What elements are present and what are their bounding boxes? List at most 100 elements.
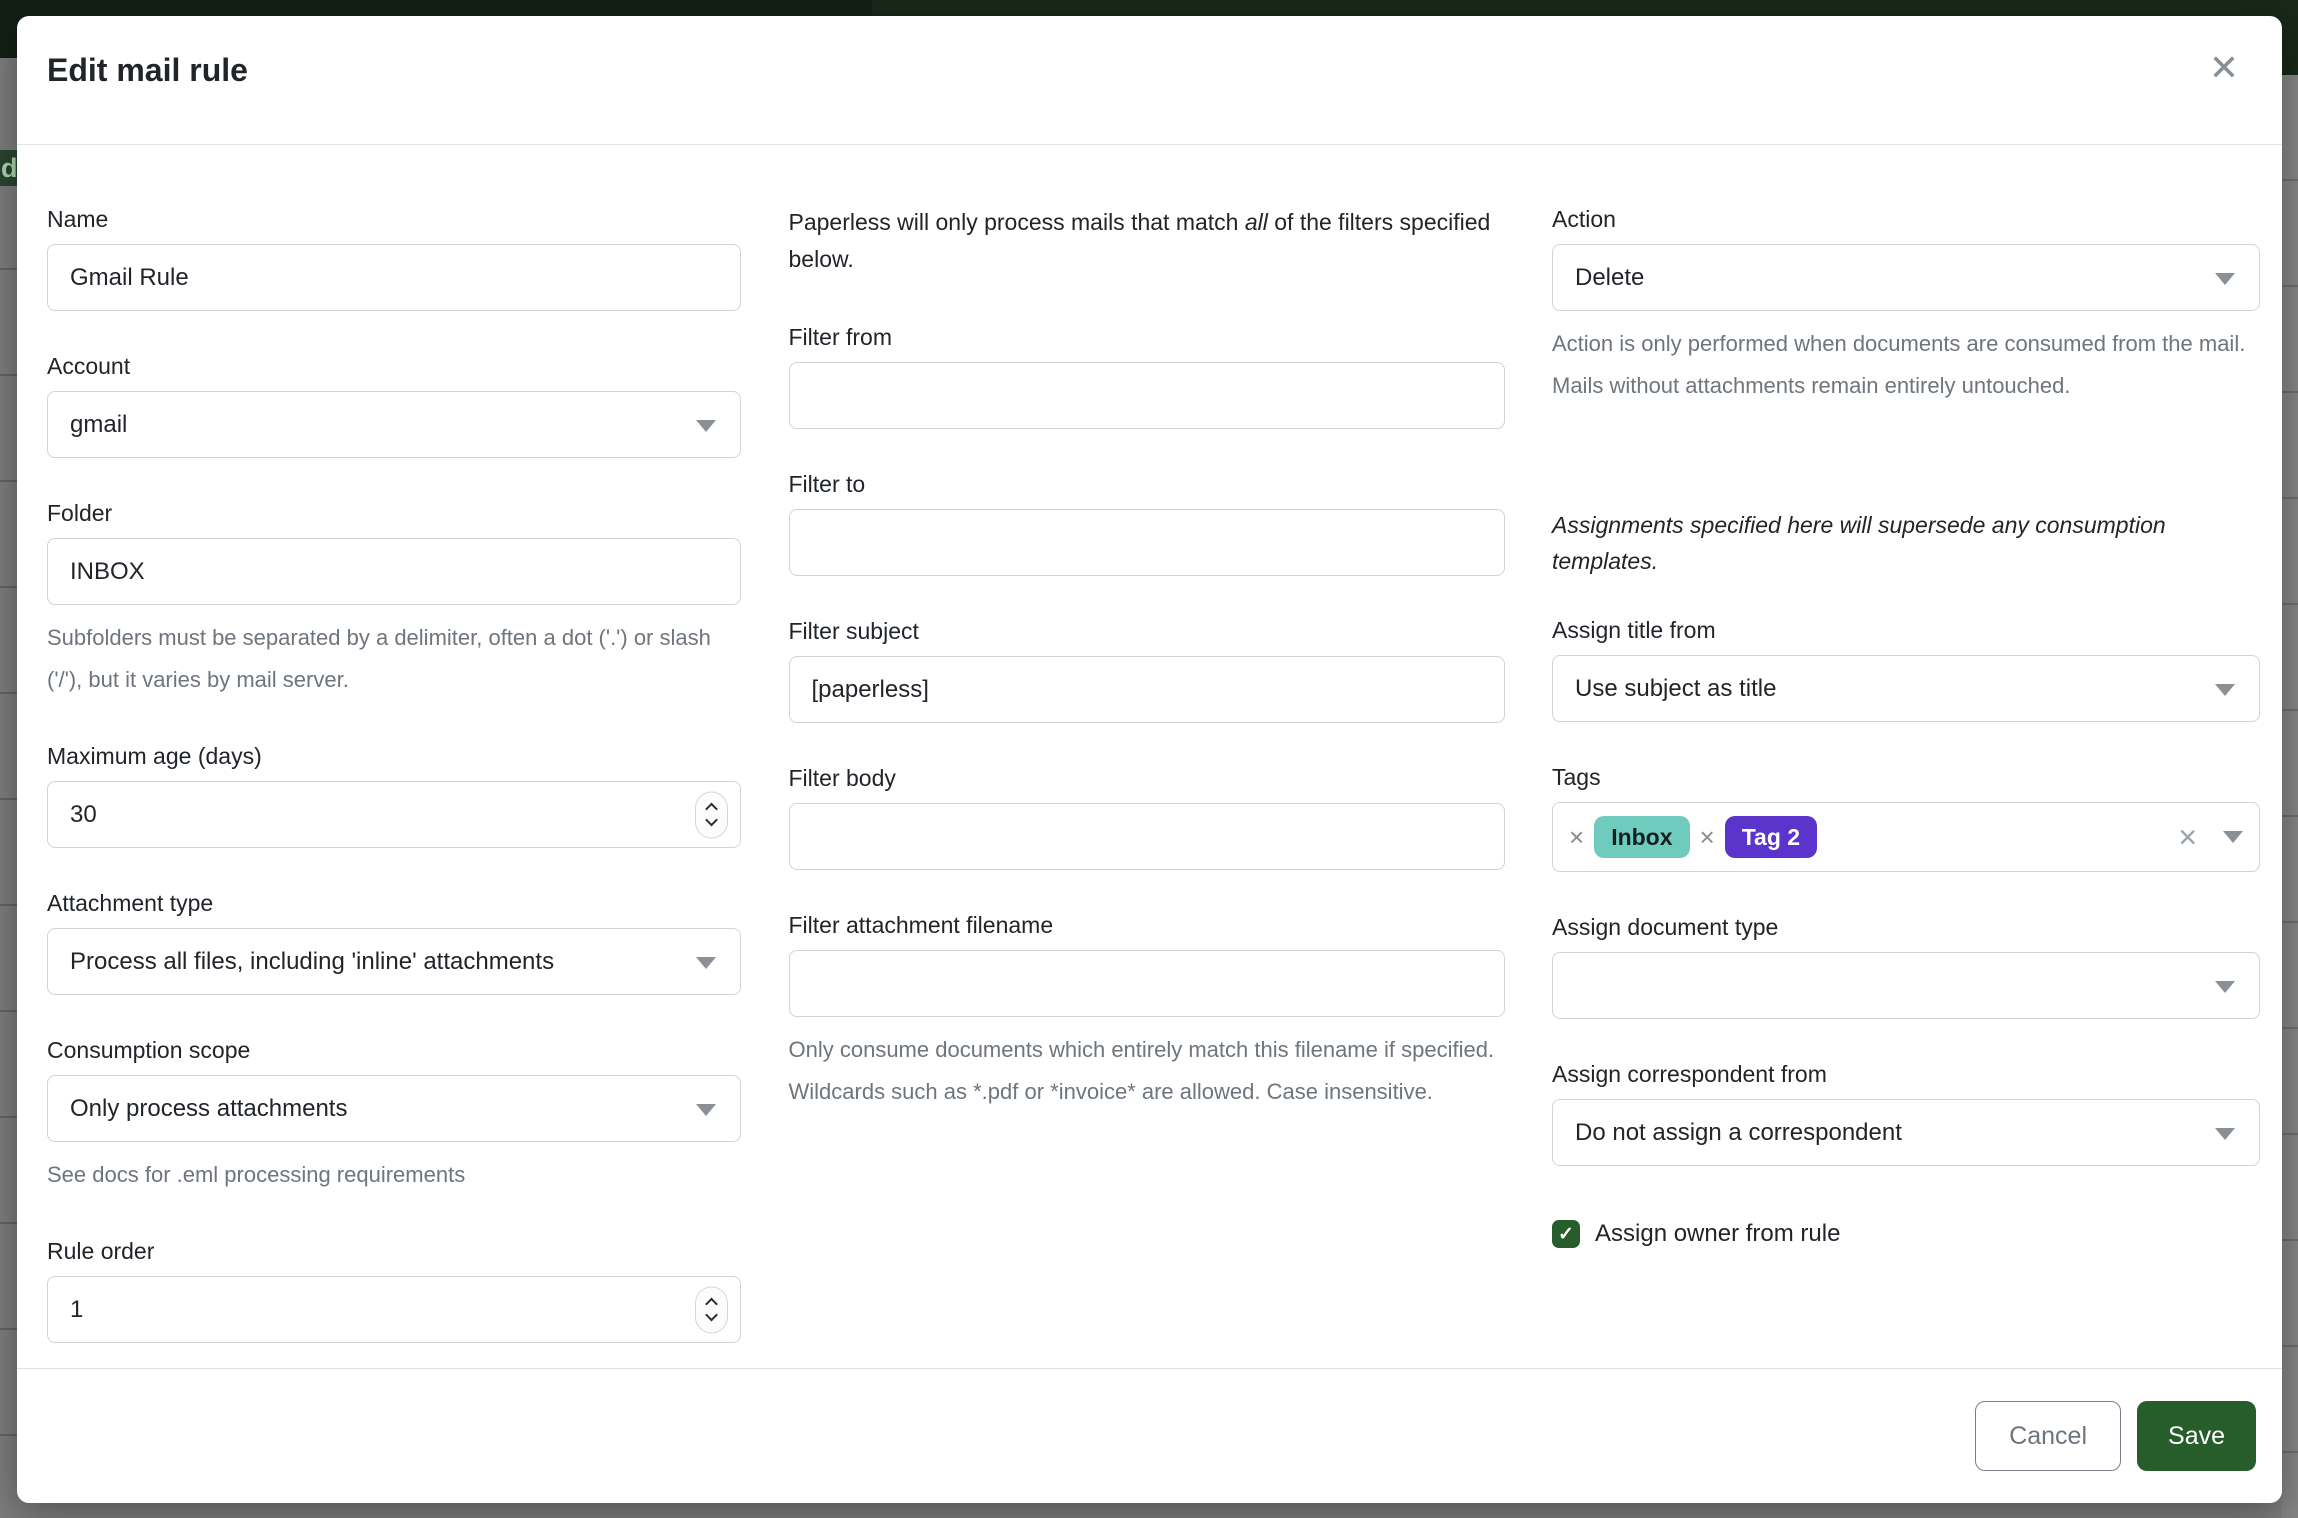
assign-document-type-select[interactable]: [1552, 952, 2260, 1019]
consumption-scope-group: Consumption scope Only process attachmen…: [47, 1035, 741, 1196]
max-age-input[interactable]: [47, 781, 741, 848]
chevron-down-icon: [696, 1104, 716, 1116]
dialog-body: Name Account gmail Folder Subfolders mus…: [17, 146, 2282, 1368]
cancel-button[interactable]: Cancel: [1975, 1401, 2121, 1471]
chevron-down-icon[interactable]: [2223, 831, 2243, 843]
stepper-down-icon: [705, 814, 718, 827]
account-selected-value: gmail: [70, 411, 127, 439]
name-input[interactable]: [47, 244, 741, 311]
page-background-text-fragment: d: [1, 153, 17, 184]
tags-multiselect[interactable]: × Inbox × Tag 2 ×: [1552, 802, 2260, 872]
tag-pill: Inbox: [1594, 816, 1689, 859]
rule-order-label: Rule order: [47, 1236, 741, 1266]
filter-from-input[interactable]: [789, 362, 1505, 429]
folder-label: Folder: [47, 498, 741, 528]
action-label: Action: [1552, 204, 2260, 234]
page-background-left: [0, 58, 17, 1518]
folder-group: Folder Subfolders must be separated by a…: [47, 498, 741, 701]
folder-input[interactable]: [47, 538, 741, 605]
chevron-down-icon: [696, 420, 716, 432]
account-group: Account gmail: [47, 351, 741, 458]
filter-subject-label: Filter subject: [789, 616, 1505, 646]
assign-correspondent-select[interactable]: Do not assign a correspondent: [1552, 1099, 2260, 1166]
column-filters: Paperless will only process mails that m…: [789, 204, 1505, 1368]
rule-order-group: Rule order: [47, 1236, 741, 1343]
name-label: Name: [47, 204, 741, 234]
page-scrollbar[interactable]: [2282, 75, 2298, 1518]
action-selected-value: Delete: [1575, 264, 1644, 292]
assignments-note: Assignments specified here will supersed…: [1552, 507, 2260, 579]
dialog-title: Edit mail rule: [47, 50, 2252, 90]
page-background-row: d: [0, 150, 17, 186]
filter-attachment-filename-group: Filter attachment filename Only consume …: [789, 910, 1505, 1113]
filter-subject-group: Filter subject: [789, 616, 1505, 723]
close-button[interactable]: ✕: [2200, 44, 2248, 92]
assign-owner-checkbox[interactable]: ✓: [1552, 1220, 1580, 1248]
account-select[interactable]: gmail: [47, 391, 741, 458]
filter-from-group: Filter from: [789, 322, 1505, 429]
action-group: Action Delete Action is only performed w…: [1552, 204, 2260, 407]
filter-to-group: Filter to: [789, 469, 1505, 576]
name-group: Name: [47, 204, 741, 311]
assign-correspondent-label: Assign correspondent from: [1552, 1059, 2260, 1089]
attachment-type-select[interactable]: Process all files, including 'inline' at…: [47, 928, 741, 995]
chevron-down-icon: [2215, 1128, 2235, 1140]
column-general: Name Account gmail Folder Subfolders mus…: [47, 204, 741, 1368]
attachment-type-label: Attachment type: [47, 888, 741, 918]
assign-correspondent-group: Assign correspondent from Do not assign …: [1552, 1059, 2260, 1166]
clear-tags-icon[interactable]: ×: [2178, 821, 2197, 853]
filter-body-label: Filter body: [789, 763, 1505, 793]
action-help-text: Action is only performed when documents …: [1552, 323, 2260, 407]
assign-owner-row: ✓ Assign owner from rule: [1552, 1220, 2260, 1248]
filter-attachment-filename-label: Filter attachment filename: [789, 910, 1505, 940]
remove-tag-icon[interactable]: ×: [1569, 824, 1584, 850]
tag-pill: Tag 2: [1725, 816, 1817, 859]
filter-from-label: Filter from: [789, 322, 1505, 352]
attachment-type-selected-value: Process all files, including 'inline' at…: [70, 948, 554, 976]
filters-intro-pre: Paperless will only process mails that m…: [789, 209, 1245, 235]
assign-title-select[interactable]: Use subject as title: [1552, 655, 2260, 722]
filter-body-input[interactable]: [789, 803, 1505, 870]
navbar-right-edge: [2282, 58, 2298, 75]
stepper-down-icon: [705, 1309, 718, 1322]
action-select[interactable]: Delete: [1552, 244, 2260, 311]
tags-label: Tags: [1552, 762, 2260, 792]
consumption-scope-select[interactable]: Only process attachments: [47, 1075, 741, 1142]
consumption-scope-label: Consumption scope: [47, 1035, 741, 1065]
remove-tag-icon[interactable]: ×: [1700, 824, 1715, 850]
filter-body-group: Filter body: [789, 763, 1505, 870]
filter-to-label: Filter to: [789, 469, 1505, 499]
chevron-down-icon: [2215, 981, 2235, 993]
filter-to-input[interactable]: [789, 509, 1505, 576]
filter-attachment-filename-help-text: Only consume documents which entirely ma…: [789, 1029, 1505, 1113]
column-actions: Action Delete Action is only performed w…: [1552, 204, 2260, 1368]
assign-correspondent-selected-value: Do not assign a correspondent: [1575, 1119, 1902, 1147]
chevron-down-icon: [696, 957, 716, 969]
number-stepper[interactable]: [695, 791, 728, 838]
max-age-group: Maximum age (days): [47, 741, 741, 848]
filters-intro-emphasis: all: [1245, 209, 1268, 235]
assign-title-selected-value: Use subject as title: [1575, 675, 1776, 703]
chevron-down-icon: [2215, 684, 2235, 696]
consumption-scope-help-text: See docs for .eml processing requirement…: [47, 1154, 741, 1196]
close-icon: ✕: [2209, 47, 2239, 89]
checkmark-icon: ✓: [1558, 1225, 1574, 1244]
assign-document-type-group: Assign document type: [1552, 912, 2260, 1019]
assign-document-type-label: Assign document type: [1552, 912, 2260, 942]
filter-attachment-filename-input[interactable]: [789, 950, 1505, 1017]
chevron-down-icon: [2215, 273, 2235, 285]
dialog-header: Edit mail rule ✕: [17, 16, 2282, 145]
number-stepper[interactable]: [695, 1286, 728, 1333]
assign-title-group: Assign title from Use subject as title: [1552, 615, 2260, 722]
account-label: Account: [47, 351, 741, 381]
dialog-footer: Cancel Save: [17, 1368, 2282, 1503]
save-button[interactable]: Save: [2137, 1401, 2256, 1471]
filter-subject-input[interactable]: [789, 656, 1505, 723]
rule-order-input[interactable]: [47, 1276, 741, 1343]
assign-owner-label[interactable]: Assign owner from rule: [1595, 1220, 1840, 1248]
assign-title-label: Assign title from: [1552, 615, 2260, 645]
tags-group: Tags × Inbox × Tag 2 ×: [1552, 762, 2260, 872]
edit-mail-rule-dialog: Edit mail rule ✕ Name Account gmail Fold…: [17, 16, 2282, 1503]
consumption-scope-selected-value: Only process attachments: [70, 1095, 347, 1123]
attachment-type-group: Attachment type Process all files, inclu…: [47, 888, 741, 995]
